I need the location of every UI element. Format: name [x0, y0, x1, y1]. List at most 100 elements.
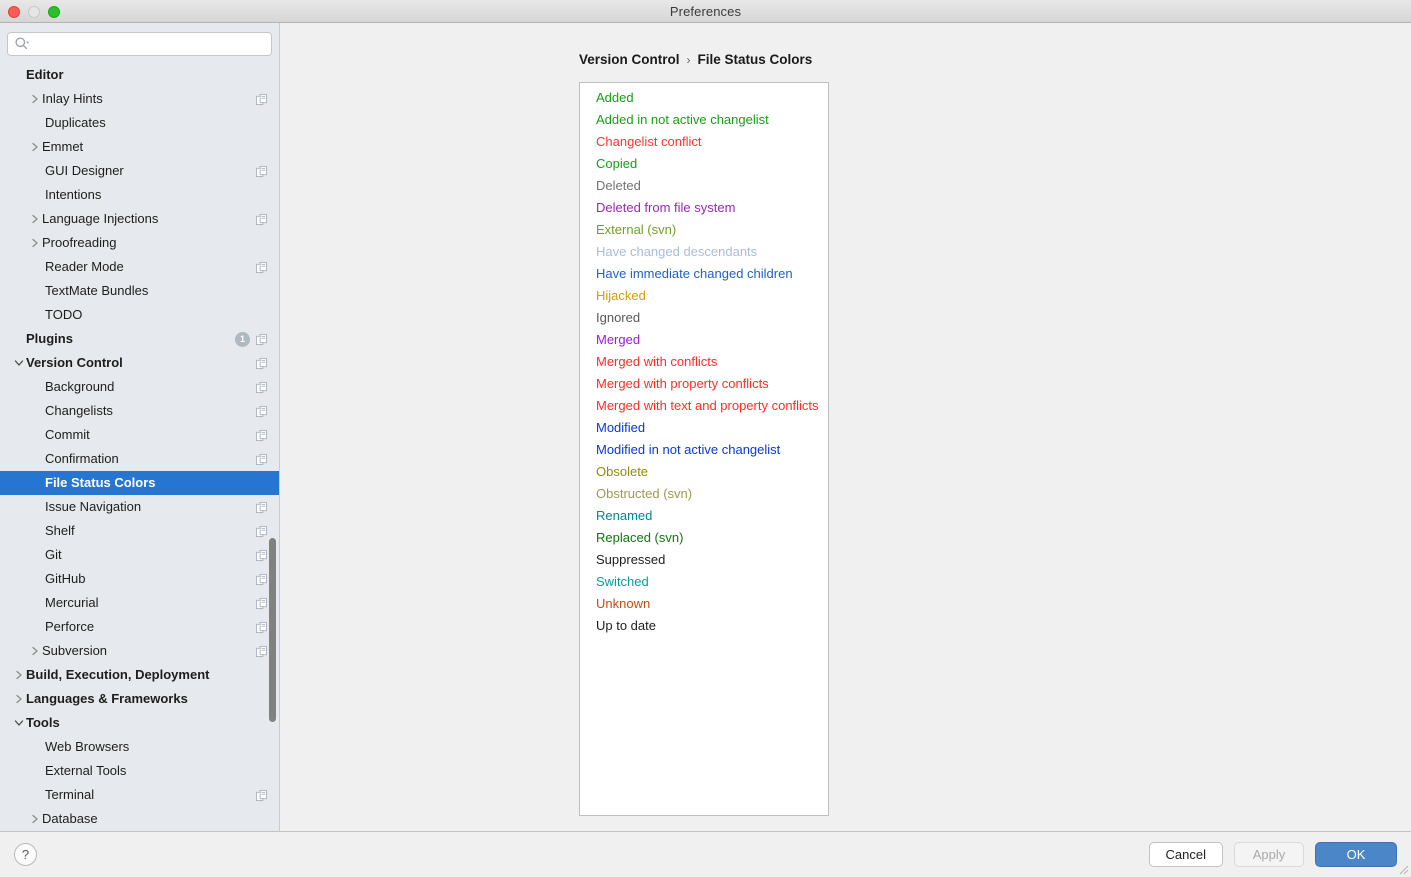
file-status-row[interactable]: Added — [580, 87, 828, 109]
sidebar-item-build-execution-deployment[interactable]: Build, Execution, Deployment — [0, 663, 279, 687]
copy-settings-icon[interactable] — [256, 333, 267, 345]
sidebar-item-reader-mode[interactable]: Reader Mode — [0, 255, 279, 279]
sidebar-item-changelists[interactable]: Changelists — [0, 399, 279, 423]
copy-settings-icon[interactable] — [256, 645, 267, 657]
file-status-row[interactable]: Merged with text and property conflicts — [580, 395, 828, 417]
copy-settings-icon[interactable] — [256, 93, 267, 105]
file-status-row[interactable]: Deleted from file system — [580, 197, 828, 219]
chevron-right-icon[interactable] — [28, 207, 42, 231]
copy-settings-icon[interactable] — [256, 549, 267, 561]
copy-settings-icon[interactable] — [256, 357, 267, 369]
settings-tree[interactable]: Editor Inlay Hints Duplicates Emmet GUI Desi… — [0, 62, 279, 831]
sidebar-item-github[interactable]: GitHub — [0, 567, 279, 591]
sidebar-item-terminal[interactable]: Terminal — [0, 783, 279, 807]
file-status-row[interactable]: External (svn) — [580, 219, 828, 241]
copy-settings-icon[interactable] — [256, 453, 267, 465]
sidebar-item-editor[interactable]: Editor — [0, 63, 279, 87]
copy-settings-icon[interactable] — [256, 261, 267, 273]
sidebar-item-language-injections[interactable]: Language Injections — [0, 207, 279, 231]
minimize-window-button[interactable] — [28, 5, 40, 18]
sidebar-item-gui-designer[interactable]: GUI Designer — [0, 159, 279, 183]
cancel-button[interactable]: Cancel — [1148, 842, 1223, 867]
row-trailing-icons — [256, 567, 267, 591]
copy-settings-icon[interactable] — [256, 381, 267, 393]
chevron-down-icon[interactable] — [12, 351, 26, 375]
file-status-row[interactable]: Unknown — [580, 593, 828, 615]
sidebar-item-mercurial[interactable]: Mercurial — [0, 591, 279, 615]
sidebar-item-database[interactable]: Database — [0, 807, 279, 831]
ok-button[interactable]: OK — [1315, 842, 1397, 867]
file-status-row[interactable]: Up to date — [580, 615, 828, 637]
chevron-right-icon[interactable] — [12, 687, 26, 711]
maximize-window-button[interactable] — [48, 5, 60, 18]
file-status-row[interactable]: Renamed — [580, 505, 828, 527]
copy-settings-icon[interactable] — [256, 621, 267, 633]
copy-settings-icon[interactable] — [256, 597, 267, 609]
sidebar-item-tools[interactable]: Tools — [0, 711, 279, 735]
file-status-row[interactable]: Switched — [580, 571, 828, 593]
file-status-row[interactable]: Obsolete — [580, 461, 828, 483]
copy-settings-icon[interactable] — [256, 429, 267, 441]
resize-grip[interactable] — [1397, 863, 1409, 875]
sidebar-item-plugins[interactable]: Plugins 1 — [0, 327, 279, 351]
close-window-button[interactable] — [8, 5, 20, 18]
file-status-row[interactable]: Replaced (svn) — [580, 527, 828, 549]
sidebar-item-proofreading[interactable]: Proofreading — [0, 231, 279, 255]
sidebar-item-languages-frameworks[interactable]: Languages & Frameworks — [0, 687, 279, 711]
sidebar-item-shelf[interactable]: Shelf — [0, 519, 279, 543]
file-status-row[interactable]: Deleted — [580, 175, 828, 197]
help-button[interactable]: ? — [14, 843, 37, 866]
sidebar-item-perforce[interactable]: Perforce — [0, 615, 279, 639]
chevron-right-icon[interactable] — [28, 807, 42, 831]
sidebar-item-duplicates[interactable]: Duplicates — [0, 111, 279, 135]
copy-settings-icon[interactable] — [256, 501, 267, 513]
sidebar-scrollbar-thumb[interactable] — [269, 538, 276, 722]
sidebar-item-subversion[interactable]: Subversion — [0, 639, 279, 663]
chevron-right-icon[interactable] — [28, 231, 42, 255]
copy-settings-icon[interactable] — [256, 165, 267, 177]
file-status-row[interactable]: Have changed descendants — [580, 241, 828, 263]
copy-settings-icon[interactable] — [256, 789, 267, 801]
file-status-row[interactable]: Have immediate changed children — [580, 263, 828, 285]
file-status-row[interactable]: Copied — [580, 153, 828, 175]
sidebar-item-background[interactable]: Background — [0, 375, 279, 399]
search-box[interactable] — [7, 32, 272, 56]
chevron-down-icon[interactable] — [12, 711, 26, 735]
sidebar-item-git[interactable]: Git — [0, 543, 279, 567]
copy-settings-icon[interactable] — [256, 405, 267, 417]
file-status-row[interactable]: Ignored — [580, 307, 828, 329]
sidebar-item-inlay-hints[interactable]: Inlay Hints — [0, 87, 279, 111]
chevron-right-icon[interactable] — [28, 135, 42, 159]
breadcrumb-parent[interactable]: Version Control — [579, 52, 680, 67]
sidebar-item-confirmation[interactable]: Confirmation — [0, 447, 279, 471]
file-status-row[interactable]: Merged — [580, 329, 828, 351]
file-status-row[interactable]: Suppressed — [580, 549, 828, 571]
sidebar-item-version-control[interactable]: Version Control — [0, 351, 279, 375]
sidebar-item-intentions[interactable]: Intentions — [0, 183, 279, 207]
file-status-colors-list[interactable]: Added Added in not active changelist Chang… — [579, 82, 829, 816]
chevron-right-icon[interactable] — [28, 639, 42, 663]
copy-settings-icon[interactable] — [256, 573, 267, 585]
file-status-row[interactable]: Modified in not active changelist — [580, 439, 828, 461]
file-status-row[interactable]: Merged with conflicts — [580, 351, 828, 373]
file-status-row[interactable]: Changelist conflict — [580, 131, 828, 153]
file-status-row[interactable]: Merged with property conflicts — [580, 373, 828, 395]
copy-settings-icon[interactable] — [256, 213, 267, 225]
file-status-row[interactable]: Hijacked — [580, 285, 828, 307]
chevron-right-icon[interactable] — [12, 663, 26, 687]
search-input[interactable] — [32, 34, 265, 54]
file-status-row[interactable]: Obstructed (svn) — [580, 483, 828, 505]
sidebar-item-commit[interactable]: Commit — [0, 423, 279, 447]
sidebar-item-issue-navigation[interactable]: Issue Navigation — [0, 495, 279, 519]
sidebar-item-web-browsers[interactable]: Web Browsers — [0, 735, 279, 759]
sidebar-item-external-tools[interactable]: External Tools — [0, 759, 279, 783]
copy-settings-icon[interactable] — [256, 525, 267, 537]
sidebar-item-emmet[interactable]: Emmet — [0, 135, 279, 159]
sidebar-item-todo[interactable]: TODO — [0, 303, 279, 327]
file-status-row[interactable]: Modified — [580, 417, 828, 439]
file-status-row[interactable]: Added in not active changelist — [580, 109, 828, 131]
sidebar-item-file-status-colors[interactable]: File Status Colors — [0, 471, 279, 495]
chevron-right-icon[interactable] — [28, 87, 42, 111]
dialog-button-group: Cancel Apply OK — [1148, 842, 1397, 867]
sidebar-item-textmate-bundles[interactable]: TextMate Bundles — [0, 279, 279, 303]
